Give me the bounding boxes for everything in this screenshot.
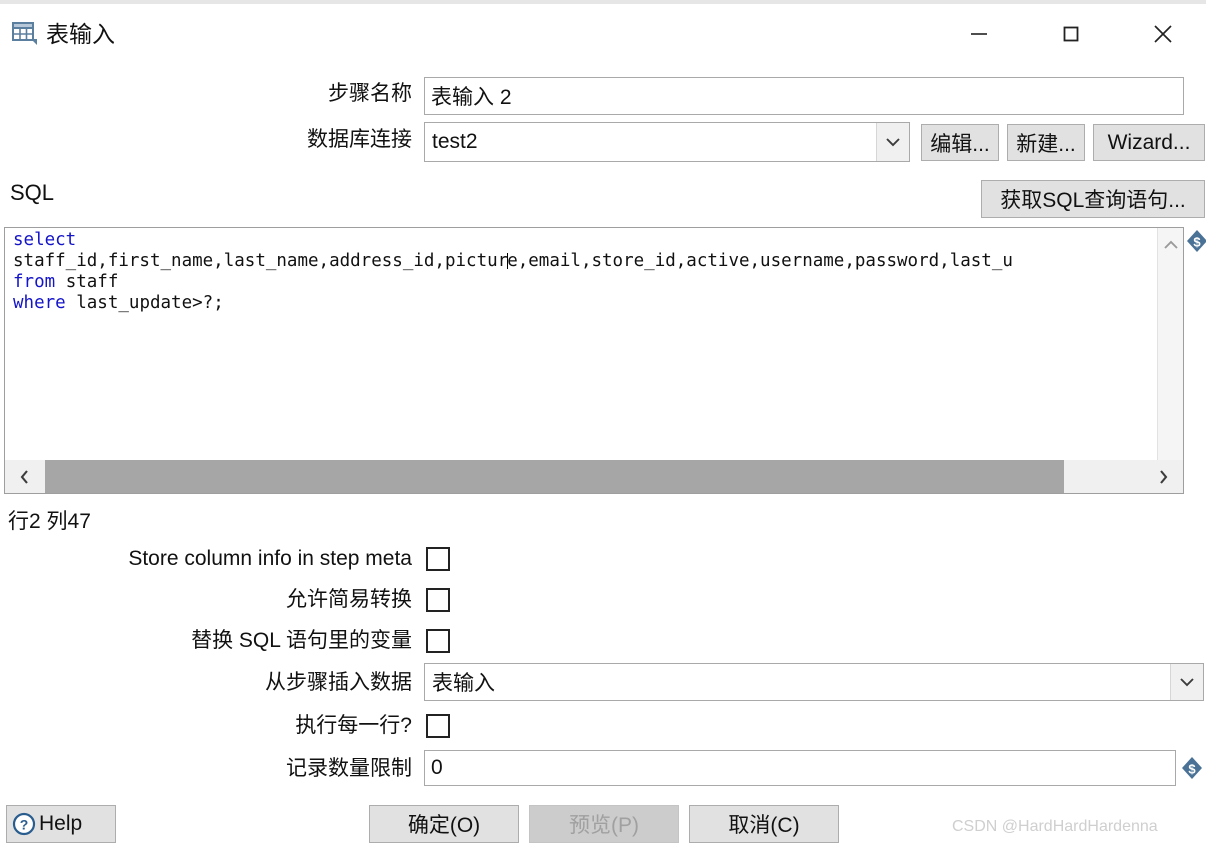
execute-for-each-row-checkbox[interactable]: [426, 714, 450, 738]
help-button-label: Help: [39, 812, 83, 835]
connection-select-value: test2: [432, 130, 478, 153]
limit-variable-dollar-diamond-icon[interactable]: $: [1181, 756, 1203, 780]
svg-text:$: $: [1188, 762, 1196, 777]
limit-label: 记录数量限制: [286, 757, 412, 780]
limit-input[interactable]: 0: [424, 750, 1176, 786]
sql-vertical-scrollbar[interactable]: [1157, 228, 1183, 491]
ok-button[interactable]: 确定(O): [369, 805, 519, 843]
replace-variables-label: 替换 SQL 语句里的变量: [191, 629, 412, 652]
sql-editor[interactable]: select staff_id,first_name,last_name,add…: [4, 227, 1184, 492]
insert-data-from-step-select[interactable]: 表输入: [424, 663, 1204, 701]
connection-label: 数据库连接: [307, 128, 412, 151]
sql-hscroll-track[interactable]: [1064, 460, 1143, 493]
minimize-button[interactable]: [956, 12, 1002, 56]
cursor-position-status: 行2 列47: [8, 510, 91, 533]
insert-data-from-step-value: 表输入: [432, 672, 495, 695]
scroll-left-icon[interactable]: [5, 460, 45, 493]
scroll-up-icon[interactable]: [1158, 232, 1184, 258]
get-sql-statement-button[interactable]: 获取SQL查询语句...: [981, 180, 1205, 218]
replace-variables-checkbox[interactable]: [426, 629, 450, 653]
sql-editor-text: select staff_id,first_name,last_name,add…: [13, 230, 1013, 313]
help-button[interactable]: ? Help: [6, 805, 116, 843]
chevron-down-icon[interactable]: [1170, 664, 1203, 700]
sql-variable-dollar-diamond-icon[interactable]: $: [1186, 229, 1206, 253]
table-input-icon: [12, 21, 40, 47]
title-bar: 表输入: [0, 0, 1206, 60]
store-column-info-checkbox[interactable]: [426, 547, 450, 571]
preview-button[interactable]: 预览(P): [529, 805, 679, 843]
scroll-right-icon[interactable]: [1143, 460, 1183, 493]
text-caret: [507, 253, 509, 269]
lazy-conversion-checkbox[interactable]: [426, 588, 450, 612]
insert-data-from-step-label: 从步骤插入数据: [265, 671, 412, 694]
maximize-button[interactable]: [1048, 12, 1094, 56]
svg-text:$: $: [1193, 235, 1201, 250]
new-connection-button[interactable]: 新建...: [1007, 124, 1085, 161]
window-title: 表输入: [46, 21, 115, 47]
connection-select[interactable]: test2: [424, 122, 910, 162]
svg-text:?: ?: [20, 817, 29, 833]
step-name-input[interactable]: 表输入 2: [424, 77, 1184, 115]
wizard-connection-button[interactable]: Wizard...: [1093, 124, 1205, 161]
watermark: CSDN @HardHardHardenna: [952, 818, 1158, 835]
question-circle-icon: ?: [11, 811, 37, 837]
sql-hscroll-thumb[interactable]: [45, 460, 1064, 493]
edit-connection-button[interactable]: 编辑...: [921, 124, 999, 161]
close-button[interactable]: [1140, 12, 1186, 56]
cancel-button[interactable]: 取消(C): [689, 805, 839, 843]
sql-section-label: SQL: [10, 180, 55, 205]
sql-horizontal-scrollbar[interactable]: [4, 460, 1184, 494]
lazy-conversion-label: 允许简易转换: [286, 588, 412, 611]
store-column-info-label: Store column info in step meta: [128, 547, 412, 570]
chevron-down-icon[interactable]: [876, 123, 909, 161]
execute-for-each-row-label: 执行每一行?: [295, 714, 412, 737]
step-name-label: 步骤名称: [328, 82, 412, 105]
